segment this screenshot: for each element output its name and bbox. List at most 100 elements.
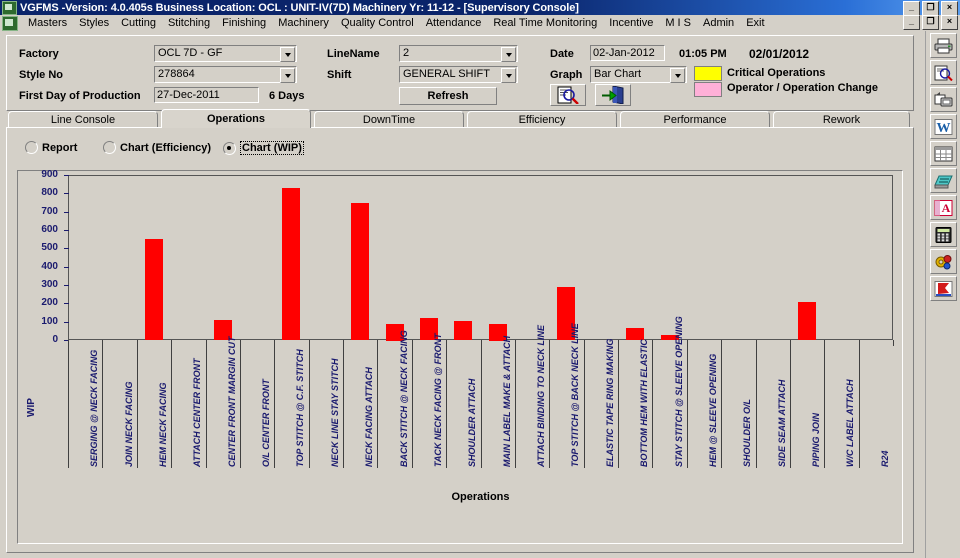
factory-value: OCL 7D - GF	[158, 47, 223, 59]
mdi-minimize-button[interactable]: _	[903, 15, 920, 30]
y-axis-tick-mark	[64, 248, 69, 249]
chevron-down-icon[interactable]	[670, 68, 685, 83]
calculator-button[interactable]	[930, 222, 957, 247]
first-day-input[interactable]: 27-Dec-2011	[154, 87, 259, 103]
y-axis-tick-mark	[64, 285, 69, 286]
close-button[interactable]: ×	[941, 1, 958, 16]
factory-select[interactable]: OCL 7D - GF	[154, 45, 297, 62]
chart-plot-area: WIP 0 100 200 300 400 500 600 700 800 900 SERGING…	[18, 170, 902, 543]
style-no-label: Style No	[19, 69, 64, 81]
svg-text:W: W	[937, 121, 951, 135]
radio-chart-wip[interactable]: Chart (WIP)	[223, 141, 304, 155]
export-pdf-button[interactable]: A	[930, 195, 957, 220]
y-axis-tick-mark	[64, 322, 69, 323]
factory-label: Factory	[19, 48, 59, 60]
exit-door-icon	[602, 86, 624, 104]
category-separator	[446, 340, 447, 468]
y-axis-tick-label: 600	[41, 224, 58, 235]
style-no-value: 278864	[158, 68, 195, 80]
menu-item-masters[interactable]: Masters	[22, 16, 73, 30]
tab-downtime[interactable]: DownTime	[314, 111, 464, 128]
x-axis-tick-label: BOTTOM HEM WITH ELASTIC	[639, 339, 649, 467]
x-axis-tick-label: HEM @ SLEEVE OPENING	[708, 353, 718, 467]
menu-item-incentive[interactable]: Incentive	[603, 16, 659, 30]
tab-efficiency[interactable]: Efficiency	[467, 111, 617, 128]
shift-select[interactable]: GENERAL SHIFT	[399, 66, 518, 83]
print-preview-button-2[interactable]	[930, 60, 957, 85]
x-axis-tick-label: TOP STITCH @ C.F. STITCH	[295, 349, 305, 467]
chevron-down-icon[interactable]	[501, 68, 516, 83]
date-input[interactable]: 02-Jan-2012	[590, 45, 665, 61]
menu-item-real-time-monitoring[interactable]: Real Time Monitoring	[487, 16, 603, 30]
radio-chart-efficiency[interactable]: Chart (Efficiency)	[103, 141, 211, 154]
mdi-close-button[interactable]: ×	[941, 15, 958, 30]
settings-button[interactable]	[930, 249, 957, 274]
minimize-button[interactable]: _	[903, 1, 920, 16]
x-axis-tick-label: R24	[880, 450, 890, 467]
menu-item-finishing[interactable]: Finishing	[216, 16, 272, 30]
x-axis-tick-label: HEM NECK FACING	[158, 382, 168, 467]
tab-operations[interactable]: Operations	[161, 109, 311, 128]
x-axis-tick-label: NECK FACING ATTACH	[364, 367, 374, 467]
printer-icon	[934, 38, 953, 53]
restore-button[interactable]: ❐	[922, 1, 939, 16]
menu-item-machinery[interactable]: Machinery	[272, 16, 335, 30]
menu-item-exit[interactable]: Exit	[740, 16, 770, 30]
menu-item-mis[interactable]: M I S	[659, 16, 697, 30]
x-axis-tick-label: MAIN LABEL MAKE & ATTACH	[502, 335, 512, 467]
mdi-restore-button[interactable]: ❐	[922, 15, 939, 30]
menu-item-stitching[interactable]: Stitching	[162, 16, 216, 30]
tab-line-console[interactable]: Line Console	[8, 111, 158, 128]
bar[interactable]	[282, 188, 300, 340]
menu-item-styles[interactable]: Styles	[73, 16, 115, 30]
tab-strip: Line Console Operations DownTime Efficie…	[6, 109, 912, 128]
x-axis-tick-label: NECK LINE STAY STITCH	[330, 358, 340, 467]
document-control-icon[interactable]	[2, 15, 18, 31]
application-window: VGFMS -Version: 4.0.405s Business Locati…	[0, 0, 960, 558]
print-button[interactable]	[930, 33, 957, 58]
category-separator	[824, 340, 825, 468]
x-axis-tick-label: TOP STITCH @ BACK NECK LINE	[570, 323, 580, 467]
x-axis-tick-label: BACK STITCH @ NECK FACING	[399, 330, 409, 467]
window-controls[interactable]: _ ❐ ×	[903, 1, 958, 16]
tab-rework[interactable]: Rework	[773, 111, 910, 128]
print-preview-button[interactable]	[550, 84, 586, 106]
radio-report-label: Report	[42, 141, 78, 154]
x-axis-tick-label: STAY STITCH @ SLEEVE OPENING	[674, 316, 684, 467]
app-icon	[2, 0, 17, 15]
export-grid-button[interactable]	[930, 141, 957, 166]
refresh-button[interactable]: Refresh	[399, 87, 497, 105]
mdi-child-window-controls[interactable]: _ ❐ ×	[903, 15, 958, 30]
chevron-down-icon[interactable]	[280, 68, 295, 83]
tab-performance[interactable]: Performance	[620, 111, 770, 128]
graph-type-value: Bar Chart	[594, 68, 642, 80]
bar[interactable]	[145, 239, 163, 340]
print-preview-icon	[557, 86, 579, 104]
menu-item-attendance[interactable]: Attendance	[420, 16, 488, 30]
menu-item-admin[interactable]: Admin	[697, 16, 740, 30]
category-separator	[171, 340, 172, 468]
graph-type-select[interactable]: Bar Chart	[590, 66, 687, 83]
x-axis-tick-label: SHOULDER ATTACH	[467, 378, 477, 467]
bar[interactable]	[351, 203, 369, 340]
fax-button[interactable]	[930, 87, 957, 112]
window-title: VGFMS -Version: 4.0.405s Business Locati…	[20, 1, 579, 14]
x-axis-tick-label: ELASTIC TAPE RING MAKING	[605, 338, 615, 467]
chevron-down-icon[interactable]	[280, 47, 295, 62]
exit-button[interactable]	[595, 84, 631, 106]
flag-button[interactable]	[930, 276, 957, 301]
menu-item-quality-control[interactable]: Quality Control	[335, 16, 420, 30]
radio-report[interactable]: Report	[25, 141, 77, 154]
bar[interactable]	[454, 321, 472, 340]
export-word-button[interactable]: W	[930, 114, 957, 139]
menu-item-cutting[interactable]: Cutting	[115, 16, 162, 30]
bar[interactable]	[798, 302, 816, 340]
style-no-select[interactable]: 278864	[154, 66, 297, 83]
category-separator	[377, 340, 378, 468]
category-separator	[618, 340, 619, 468]
y-axis-tick-label: 0	[52, 334, 58, 345]
date-label: Date	[550, 48, 574, 60]
export-notepad-button[interactable]	[930, 168, 957, 193]
linename-select[interactable]: 2	[399, 45, 518, 62]
chevron-down-icon[interactable]	[501, 47, 516, 62]
